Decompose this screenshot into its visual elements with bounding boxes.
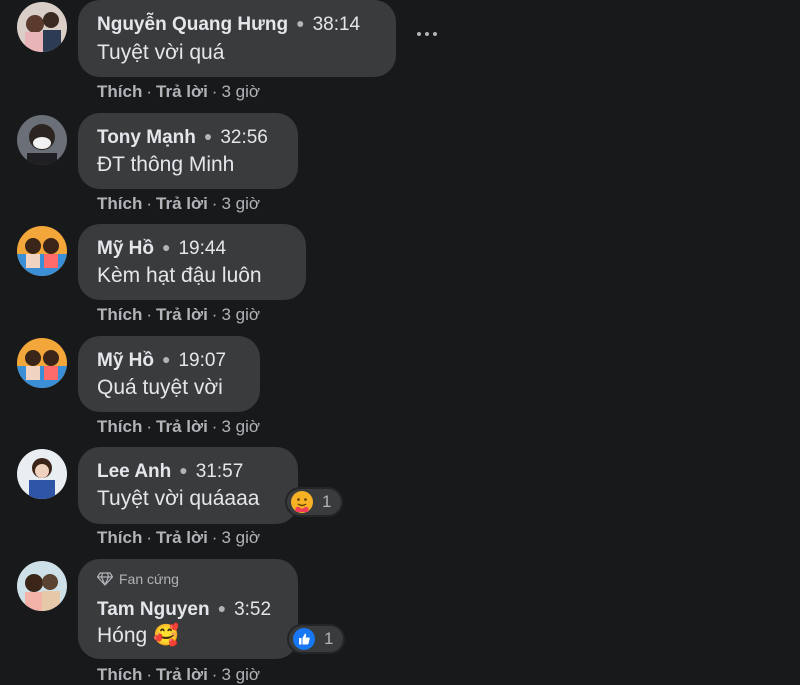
like-link[interactable]: Thích (97, 528, 142, 547)
comment-timestamp[interactable]: 3:52 (234, 599, 271, 620)
like-link[interactable]: Thích (97, 665, 142, 684)
author-name[interactable]: Mỹ Hồ (97, 350, 154, 371)
diamond-icon (97, 572, 113, 586)
comment-timestamp[interactable]: 32:56 (220, 127, 268, 148)
top-fan-label: Fan cứng (119, 571, 179, 587)
comment-timestamp[interactable]: 31:57 (196, 461, 244, 482)
comment-text: ĐT thông Minh (97, 153, 235, 176)
avatar[interactable] (17, 561, 67, 611)
avatar[interactable] (17, 2, 67, 52)
author-name[interactable]: Tony Mạnh (97, 127, 196, 148)
reply-link[interactable]: Trả lời (156, 194, 208, 213)
separator-dot: ● (296, 15, 305, 31)
smiling-hearts-emoji: 🥰 (153, 624, 180, 647)
reply-link[interactable]: Trả lời (156, 417, 208, 436)
more-options-icon[interactable] (413, 24, 443, 44)
comment-age[interactable]: 3 giờ (221, 82, 260, 101)
comment-bubble: Nguyễn Quang Hưng ● 38:14 Tuyệt vời quá (78, 0, 396, 77)
comment-age[interactable]: 3 giờ (221, 417, 260, 436)
comment-age[interactable]: 3 giờ (221, 194, 260, 213)
separator-dot: ● (217, 600, 227, 616)
separator-dot: ● (179, 462, 188, 478)
comment-age[interactable]: 3 giờ (221, 305, 260, 324)
care-reaction-icon (291, 491, 313, 513)
reaction-count[interactable]: 1 (287, 624, 346, 654)
comment-bubble: Tony Mạnh ● 32:56 ĐT thông Minh (78, 113, 298, 189)
comment-text: Hóng 🥰 (97, 624, 179, 648)
comment-bubble: Mỹ Hồ ● 19:07 Quá tuyệt vời (78, 336, 260, 412)
comment-text: Tuyệt vời quáaaa (97, 487, 260, 510)
comment-bubble: Fan cứng Tam Nguyen ● 3:52 Hóng 🥰 (78, 559, 298, 659)
avatar[interactable] (17, 115, 67, 165)
comment-actions: Thích · Trả lời · 3 giờ (97, 417, 261, 436)
comment-age[interactable]: 3 giờ (221, 528, 260, 547)
reply-link[interactable]: Trả lời (156, 82, 208, 101)
like-link[interactable]: Thích (97, 305, 142, 324)
comment-timestamp[interactable]: 38:14 (313, 14, 361, 35)
reaction-count-value: 1 (322, 492, 332, 511)
comment-text: Quá tuyệt vời (97, 376, 223, 399)
comment-bubble: Lee Anh ● 31:57 Tuyệt vời quáaaa (78, 447, 298, 524)
reply-link[interactable]: Trả lời (156, 528, 208, 547)
reaction-count[interactable]: 1 (285, 487, 344, 517)
author-name[interactable]: Tam Nguyen (97, 599, 210, 620)
comment-timestamp[interactable]: 19:07 (178, 350, 226, 371)
separator-dot: ● (162, 239, 171, 255)
comment-actions: Thích · Trả lời · 3 giờ (97, 82, 261, 101)
like-reaction-icon (293, 628, 315, 650)
like-link[interactable]: Thích (97, 194, 142, 213)
like-link[interactable]: Thích (97, 82, 142, 101)
reply-link[interactable]: Trả lời (156, 305, 208, 324)
comment-age[interactable]: 3 giờ (221, 665, 260, 684)
comment-text: Tuyệt vời quá (97, 41, 225, 64)
comment-actions: Thích · Trả lời · 3 giờ (97, 194, 261, 213)
comment-text: Kèm hạt đậu luôn (97, 264, 262, 287)
comment-actions: Thích · Trả lời · 3 giờ (97, 528, 261, 547)
comment-actions: Thích · Trả lời · 3 giờ (97, 305, 261, 324)
comment-timestamp[interactable]: 19:44 (178, 238, 226, 259)
separator-dot: ● (203, 128, 213, 144)
avatar[interactable] (17, 449, 67, 499)
top-fan-badge[interactable]: Fan cứng (97, 571, 179, 587)
comment-actions: Thích · Trả lời · 3 giờ (97, 665, 261, 684)
author-name[interactable]: Lee Anh (97, 461, 171, 482)
reaction-count-value: 1 (324, 629, 334, 648)
reply-link[interactable]: Trả lời (156, 665, 208, 684)
author-name[interactable]: Nguyễn Quang Hưng (97, 14, 288, 35)
avatar[interactable] (17, 338, 67, 388)
comment-bubble: Mỹ Hồ ● 19:44 Kèm hạt đậu luôn (78, 224, 306, 300)
comment-text-value: Hóng (97, 624, 148, 647)
author-name[interactable]: Mỹ Hồ (97, 238, 154, 259)
like-link[interactable]: Thích (97, 417, 142, 436)
avatar[interactable] (17, 226, 67, 276)
separator-dot: ● (162, 351, 171, 367)
